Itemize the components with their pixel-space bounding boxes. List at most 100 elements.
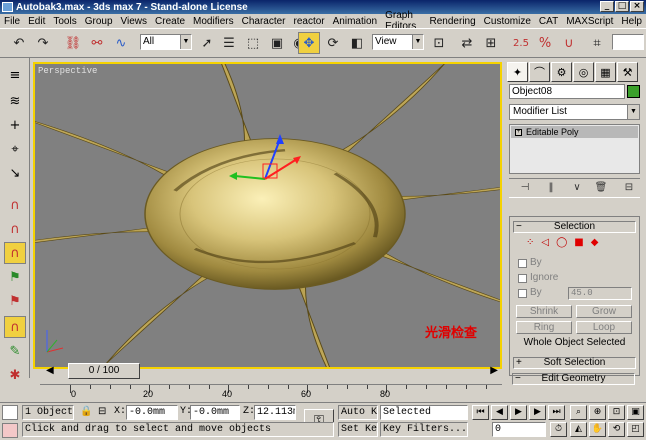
select-and-link-icon[interactable]: ⛓ <box>62 32 84 54</box>
x-coordinate-field[interactable]: -0.0mm <box>126 405 178 420</box>
utilities-tab-icon[interactable]: ⚒ <box>617 62 638 82</box>
zoom-icon[interactable]: ⌕ <box>570 405 587 420</box>
window-crossing-icon[interactable]: ▣ <box>266 32 288 54</box>
remove-modifier-icon[interactable]: 🗑 <box>593 182 609 196</box>
polygon-icon[interactable]: ■ <box>574 237 583 248</box>
bind-space-warp-icon[interactable]: ∿ <box>110 32 132 54</box>
border-icon[interactable]: ◯ <box>556 237 567 248</box>
y-coordinate-field[interactable]: -0.0mm <box>190 405 240 420</box>
select-object-icon[interactable]: ➚ <box>196 32 218 54</box>
menu-group[interactable]: Group <box>81 16 117 27</box>
named-selection-set-field[interactable] <box>612 34 644 50</box>
red-flag-icon[interactable]: ⚑ <box>4 290 26 312</box>
play-icon[interactable]: ▶ <box>510 405 527 420</box>
zoom-extents-all-icon[interactable]: ▣ <box>627 405 644 420</box>
go-to-start-icon[interactable]: ⏮ <box>472 405 489 420</box>
arrow-tool-icon[interactable]: ↘ <box>4 162 26 184</box>
menu-help[interactable]: Help <box>617 16 646 27</box>
element-icon[interactable]: ◆ <box>591 237 599 248</box>
menu-cat[interactable]: CAT <box>535 16 562 27</box>
next-frame-icon[interactable]: ▶ <box>490 365 498 376</box>
redo-icon[interactable]: ↷ <box>32 32 54 54</box>
percent-snap-icon[interactable]: % <box>534 32 556 54</box>
menu-customize[interactable]: Customize <box>480 16 535 27</box>
motion-tab-icon[interactable]: ◎ <box>573 62 594 82</box>
named-selection-icon[interactable]: ⌗ <box>586 32 608 54</box>
edge-icon[interactable]: ◁ <box>541 237 549 248</box>
make-unique-icon[interactable]: ∨ <box>569 182 585 196</box>
pin-stack-icon[interactable]: ⊣ <box>517 182 533 196</box>
create-tab-icon[interactable]: ✦ <box>507 62 528 82</box>
rectangular-selection-icon[interactable]: ⬚ <box>242 32 264 54</box>
grow-button[interactable]: Grow <box>576 305 632 318</box>
shrink-button[interactable]: Shrink <box>516 305 572 318</box>
zoom-all-icon[interactable]: ⊕ <box>589 405 606 420</box>
magnet-active-icon[interactable]: ∩ <box>4 242 26 264</box>
magnet-icon[interactable]: ∩ <box>4 194 26 216</box>
absolute-mode-icon[interactable]: ⊟ <box>98 406 106 417</box>
display-tab-icon[interactable]: ▦ <box>595 62 616 82</box>
unlink-selection-icon[interactable]: ⚯ <box>86 32 108 54</box>
reference-coordinate-dropdown[interactable]: View ▼ <box>372 34 424 50</box>
ignore-backfacing-checkbox[interactable] <box>518 274 527 283</box>
by-vertex-checkbox[interactable] <box>518 259 527 268</box>
key-filters-button[interactable]: Key Filters... <box>380 422 468 437</box>
lock-selection-icon[interactable]: 🔒 <box>80 406 92 417</box>
maximize-button[interactable]: □ <box>615 1 629 12</box>
green-flag-icon[interactable]: ⚑ <box>4 266 26 288</box>
menu-views[interactable]: Views <box>117 16 152 27</box>
plus-icon[interactable]: + <box>4 114 26 136</box>
modifier-list-dropdown[interactable]: Modifier List ▼ <box>509 104 640 120</box>
loop-button[interactable]: Loop <box>576 321 632 334</box>
by-angle-checkbox[interactable] <box>518 289 527 298</box>
selection-filter-dropdown[interactable]: All ▼ <box>140 34 192 50</box>
menu-edit[interactable]: Edit <box>24 16 49 27</box>
angle-snap-icon[interactable]: 2.5 <box>510 32 532 54</box>
weld-tool-icon[interactable]: ✱ <box>4 364 26 386</box>
align-icon[interactable]: ⊞ <box>480 32 502 54</box>
configure-sets-icon[interactable]: ⊟ <box>621 182 637 196</box>
field-of-view-icon[interactable]: ◭ <box>570 422 587 437</box>
expand-icon[interactable]: + <box>515 128 522 136</box>
show-end-result-icon[interactable]: ‖ <box>543 182 559 196</box>
stack-item[interactable]: + Editable Poly <box>511 126 638 138</box>
menu-create[interactable]: Create <box>151 16 189 27</box>
zoom-extents-icon[interactable]: ⊡ <box>608 405 625 420</box>
perspective-viewport[interactable]: Perspective 光滑检查 <box>33 62 502 369</box>
layers-icon[interactable]: ≡ <box>4 64 26 86</box>
select-and-rotate-icon[interactable]: ⟳ <box>322 32 344 54</box>
prev-frame-icon[interactable]: ◀ <box>46 365 54 376</box>
set-key-button[interactable]: Set Key <box>338 422 378 437</box>
next-frame-icon[interactable]: ▶ <box>529 405 546 420</box>
menu-tools[interactable]: Tools <box>49 16 80 27</box>
edit-geometry-rollout-header[interactable]: − Edit Geometry <box>512 373 635 385</box>
menu-modifiers[interactable]: Modifiers <box>189 16 238 27</box>
keyframe-tool-icon[interactable]: ∩ <box>4 316 26 338</box>
magnet-percent-icon[interactable]: ∩ <box>4 218 26 240</box>
hierarchy-tab-icon[interactable]: ⚙ <box>551 62 572 82</box>
z-coordinate-field[interactable]: 12.113mm <box>254 405 296 420</box>
pen-tool-icon[interactable]: ✎ <box>4 340 26 362</box>
maxscript-listener-icon[interactable] <box>2 405 18 420</box>
soft-selection-rollout-header[interactable]: + Soft Selection <box>513 357 636 369</box>
auto-key-button[interactable]: Auto Key <box>338 405 378 420</box>
menu-rendering[interactable]: Rendering <box>426 16 480 27</box>
menu-maxscript[interactable]: MAXScript <box>562 16 617 27</box>
minimize-button[interactable]: _ <box>600 1 614 12</box>
menu-file[interactable]: File <box>0 16 24 27</box>
modify-tab-icon[interactable]: ⌒ <box>529 62 550 82</box>
timeline-ruler[interactable]: 0 20 40 60 80 <box>40 384 502 402</box>
ring-button[interactable]: Ring <box>516 321 572 334</box>
select-by-name-icon[interactable]: ☰ <box>218 32 240 54</box>
time-slider[interactable]: 0 / 100 <box>68 363 140 379</box>
mirror-icon[interactable]: ⇄ <box>456 32 478 54</box>
select-and-move-icon[interactable]: ✥ <box>298 32 320 54</box>
spinner-snap-icon[interactable]: ∪ <box>558 32 580 54</box>
use-pivot-center-icon[interactable]: ⊡ <box>428 32 450 54</box>
object-color-swatch[interactable] <box>627 85 640 98</box>
menu-animation[interactable]: Animation <box>329 16 381 27</box>
angle-spinner[interactable]: 45.0 <box>568 287 632 300</box>
menu-character[interactable]: Character <box>238 16 290 27</box>
current-frame-field[interactable]: 0 <box>492 422 546 437</box>
vertex-icon[interactable]: ⁘ <box>526 237 534 248</box>
